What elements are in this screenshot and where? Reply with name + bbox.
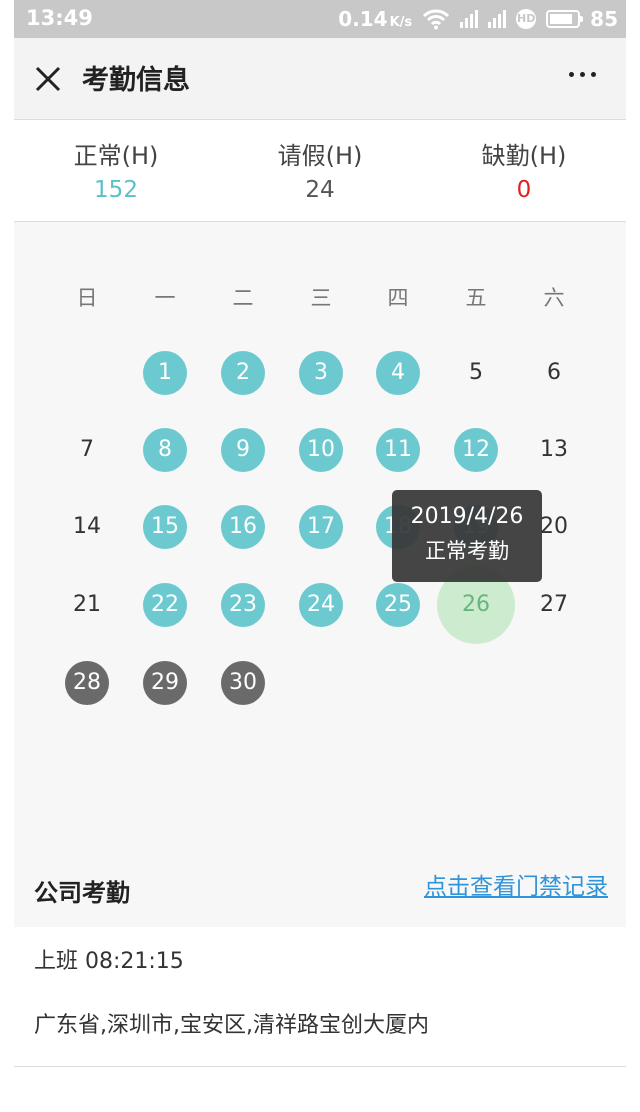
- checkin-time: 上班 08:21:15: [34, 949, 184, 974]
- navigation-bar: 考勤信息: [14, 38, 626, 120]
- network-speed-unit: K/s: [389, 15, 413, 30]
- calendar-day[interactable]: 28: [65, 661, 109, 705]
- day-tooltip: 2019/4/26 正常考勤: [392, 490, 542, 582]
- summary-normal: 正常(H) 152: [36, 136, 196, 203]
- calendar-day[interactable]: 23: [221, 583, 265, 627]
- calendar-day[interactable]: 17: [299, 505, 343, 549]
- status-icons: 0.14 K/s HD 85: [338, 6, 618, 32]
- attendance-summary: 正常(H) 152 请假(H) 24 缺勤(H) 0: [14, 120, 626, 222]
- battery-icon: [546, 10, 584, 28]
- summary-absent-value: 0: [516, 177, 532, 203]
- access-record-link[interactable]: 点击查看门禁记录: [424, 867, 608, 901]
- summary-normal-label: 正常(H): [73, 142, 159, 170]
- record-header: 公司考勤 点击查看门禁记录: [14, 847, 626, 927]
- weekday-fri: 五: [465, 286, 487, 310]
- calendar-day[interactable]: 30: [221, 661, 265, 705]
- summary-normal-value: 152: [94, 177, 138, 203]
- calendar-day[interactable]: 7: [65, 428, 109, 472]
- calendar-day[interactable]: 25: [376, 583, 420, 627]
- summary-leave-label: 请假(H): [277, 142, 363, 170]
- checkin-address: 广东省,深圳市,宝安区,清祥路宝创大厦内: [34, 1013, 429, 1038]
- calendar-day[interactable]: 16: [221, 505, 265, 549]
- calendar: 日 一 二 三 四 五 六 1 2 3 4 5 6 7 8 9 10 11 12…: [14, 222, 626, 847]
- summary-leave-value: 24: [305, 177, 335, 203]
- weekday-sun: 日: [76, 286, 98, 310]
- summary-leave: 请假(H) 24: [240, 136, 400, 203]
- close-icon[interactable]: [32, 63, 64, 95]
- calendar-day[interactable]: 29: [143, 661, 187, 705]
- status-time: 13:49: [26, 6, 93, 30]
- calendar-day[interactable]: 8: [143, 428, 187, 472]
- weekday-sat: 六: [543, 286, 565, 310]
- calendar-day[interactable]: 6: [532, 351, 576, 395]
- calendar-day[interactable]: 13: [532, 428, 576, 472]
- calendar-day[interactable]: 5: [454, 351, 498, 395]
- calendar-day[interactable]: 12: [454, 428, 498, 472]
- calendar-day[interactable]: 11: [376, 428, 420, 472]
- calendar-day[interactable]: 14: [65, 505, 109, 549]
- weekday-mon: 一: [154, 286, 176, 310]
- calendar-day[interactable]: 4: [376, 351, 420, 395]
- calendar-day[interactable]: 27: [532, 583, 576, 627]
- summary-absent-label: 缺勤(H): [481, 142, 567, 170]
- calendar-day[interactable]: 22: [143, 583, 187, 627]
- weekday-wed: 三: [310, 286, 332, 310]
- section-title: 公司考勤: [34, 879, 130, 907]
- wifi-icon: [423, 9, 450, 30]
- calendar-day[interactable]: 3: [299, 351, 343, 395]
- calendar-day[interactable]: 21: [65, 583, 109, 627]
- more-options-icon[interactable]: [569, 72, 596, 77]
- record-body: 上班 08:21:15 广东省,深圳市,宝安区,清祥路宝创大厦内: [14, 927, 626, 1067]
- weekday-thu: 四: [387, 286, 409, 310]
- tooltip-status: 正常考勤: [425, 539, 509, 563]
- battery-level: 85: [590, 7, 618, 31]
- network-speed: 0.14 K/s: [338, 7, 412, 31]
- hd-icon: HD: [516, 9, 537, 29]
- cellular-signal-icon: [460, 10, 479, 28]
- status-bar: 13:49 0.14 K/s HD 85: [14, 0, 626, 38]
- weekday-tue: 二: [232, 286, 254, 310]
- calendar-day[interactable]: 2: [221, 351, 265, 395]
- cellular-signal-2-icon: [488, 10, 507, 28]
- summary-absent: 缺勤(H) 0: [444, 136, 604, 203]
- calendar-day[interactable]: 9: [221, 428, 265, 472]
- calendar-day[interactable]: 24: [299, 583, 343, 627]
- calendar-day[interactable]: 1: [143, 351, 187, 395]
- calendar-day[interactable]: 15: [143, 505, 187, 549]
- network-speed-value: 0.14: [338, 7, 388, 31]
- calendar-day[interactable]: 10: [299, 428, 343, 472]
- page-title: 考勤信息: [82, 65, 190, 96]
- tooltip-date: 2019/4/26: [410, 504, 524, 529]
